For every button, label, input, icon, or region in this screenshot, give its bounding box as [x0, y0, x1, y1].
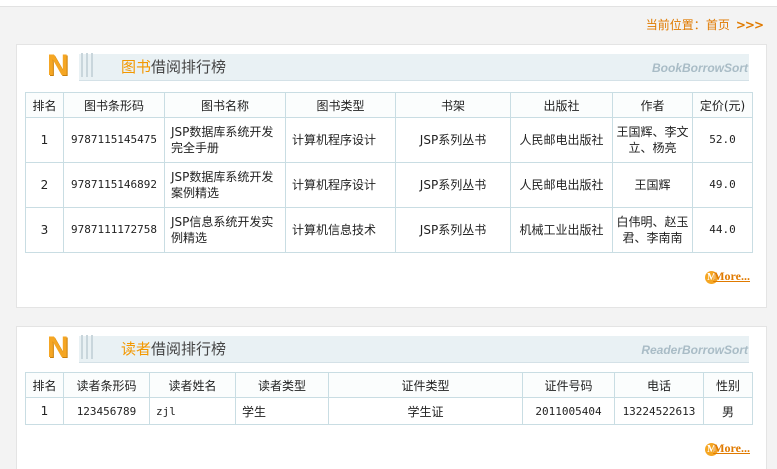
rank-cell: 1 — [25, 397, 64, 425]
reader-name-cell: zjl — [149, 397, 236, 425]
col-rank: 排名 — [25, 372, 64, 398]
panel-header: N 图书借阅排行榜 BookBorrowSort — [17, 45, 766, 89]
price-cell: 44.0 — [692, 207, 753, 253]
price-cell: 52.0 — [692, 117, 753, 163]
id-type-cell: 学生证 — [328, 397, 523, 425]
gender-cell: 男 — [703, 397, 753, 425]
book-name-cell: JSP数据库系统开发案例精选 — [164, 162, 286, 208]
author-cell: 王国辉、李文立、杨亮 — [612, 117, 693, 163]
breadcrumb-home-link[interactable]: 首页 — [706, 18, 730, 32]
readers-more-link[interactable]: MMore... — [705, 441, 750, 456]
book-name-cell: JSP信息系统开发实例精选 — [164, 207, 286, 253]
author-cell: 王国辉 — [612, 162, 693, 208]
breadcrumb-label: 当前位置： — [645, 18, 706, 32]
books-more-link[interactable]: MMore... — [705, 269, 750, 284]
book-borrow-ranking-panel: N 图书借阅排行榜 BookBorrowSort 排名 图书条形码 图书名称 图… — [16, 44, 767, 308]
table-row: 1 123456789 zjl 学生 学生证 2011005404 132245… — [25, 397, 753, 425]
shelf-cell: JSP系列丛书 — [395, 207, 511, 253]
table-header-row: 排名 读者条形码 读者姓名 读者类型 证件类型 证件号码 电话 性别 — [25, 372, 753, 398]
col-rank: 排名 — [25, 92, 64, 118]
n-logo-icon: N — [47, 331, 69, 364]
book-name-cell: JSP数据库系统开发完全手册 — [164, 117, 286, 163]
col-shelf: 书架 — [395, 92, 511, 118]
barcode-cell: 9787115145475 — [63, 117, 165, 163]
header-bars-decoration — [81, 335, 96, 361]
book-type-cell: 计算机程序设计 — [285, 117, 396, 163]
col-book-name: 图书名称 — [164, 92, 286, 118]
panel-header: N 读者借阅排行榜 ReaderBorrowSort — [17, 327, 766, 371]
price-cell: 49.0 — [692, 162, 753, 208]
book-ranking-table: 排名 图书条形码 图书名称 图书类型 书架 出版社 作者 定价(元) 1 978… — [25, 92, 753, 253]
barcode-cell: 9787115146892 — [63, 162, 165, 208]
header-bars-decoration — [81, 53, 96, 79]
reader-ranking-table: 排名 读者条形码 读者姓名 读者类型 证件类型 证件号码 电话 性别 1 123… — [25, 372, 753, 425]
panel-title: 图书借阅排行榜 — [121, 58, 227, 76]
reader-type-cell: 学生 — [235, 397, 329, 425]
col-reader-barcode: 读者条形码 — [63, 372, 150, 398]
publisher-cell: 人民邮电出版社 — [510, 117, 613, 163]
breadcrumb-arrows-icon: >>> — [735, 18, 764, 32]
book-type-cell: 计算机信息技术 — [285, 207, 396, 253]
publisher-cell: 机械工业出版社 — [510, 207, 613, 253]
col-author: 作者 — [612, 92, 693, 118]
rank-cell: 2 — [25, 162, 64, 208]
col-id-type: 证件类型 — [328, 372, 523, 398]
reader-borrow-ranking-panel: N 读者借阅排行榜 ReaderBorrowSort 排名 读者条形码 读者姓名… — [16, 326, 767, 469]
col-barcode: 图书条形码 — [63, 92, 165, 118]
table-header-row: 排名 图书条形码 图书名称 图书类型 书架 出版社 作者 定价(元) — [25, 92, 753, 118]
publisher-cell: 人民邮电出版社 — [510, 162, 613, 208]
n-logo-icon: N — [47, 49, 69, 82]
col-phone: 电话 — [614, 372, 704, 398]
rank-cell: 3 — [25, 207, 64, 253]
table-row: 3 9787111172758 JSP信息系统开发实例精选 计算机信息技术 JS… — [25, 207, 753, 253]
reader-barcode-cell: 123456789 — [63, 397, 150, 425]
table-row: 1 9787115145475 JSP数据库系统开发完全手册 计算机程序设计 J… — [25, 117, 753, 163]
col-gender: 性别 — [703, 372, 753, 398]
panel-english-title: BookBorrowSort — [652, 61, 748, 75]
col-id-number: 证件号码 — [522, 372, 615, 398]
col-reader-type: 读者类型 — [235, 372, 329, 398]
rank-cell: 1 — [25, 117, 64, 163]
barcode-cell: 9787111172758 — [63, 207, 165, 253]
col-publisher: 出版社 — [510, 92, 613, 118]
author-cell: 白伟明、赵玉君、李南南 — [612, 207, 693, 253]
table-row: 2 9787115146892 JSP数据库系统开发案例精选 计算机程序设计 J… — [25, 162, 753, 208]
breadcrumb: 当前位置：首页 >>> — [645, 16, 764, 33]
panel-title: 读者借阅排行榜 — [121, 340, 227, 358]
col-book-type: 图书类型 — [285, 92, 396, 118]
shelf-cell: JSP系列丛书 — [395, 117, 511, 163]
shelf-cell: JSP系列丛书 — [395, 162, 511, 208]
phone-cell: 13224522613 — [614, 397, 704, 425]
col-price: 定价(元) — [692, 92, 753, 118]
book-type-cell: 计算机程序设计 — [285, 162, 396, 208]
col-reader-name: 读者姓名 — [149, 372, 236, 398]
top-border — [0, 0, 777, 7]
id-number-cell: 2011005404 — [522, 397, 615, 425]
panel-english-title: ReaderBorrowSort — [641, 343, 748, 357]
